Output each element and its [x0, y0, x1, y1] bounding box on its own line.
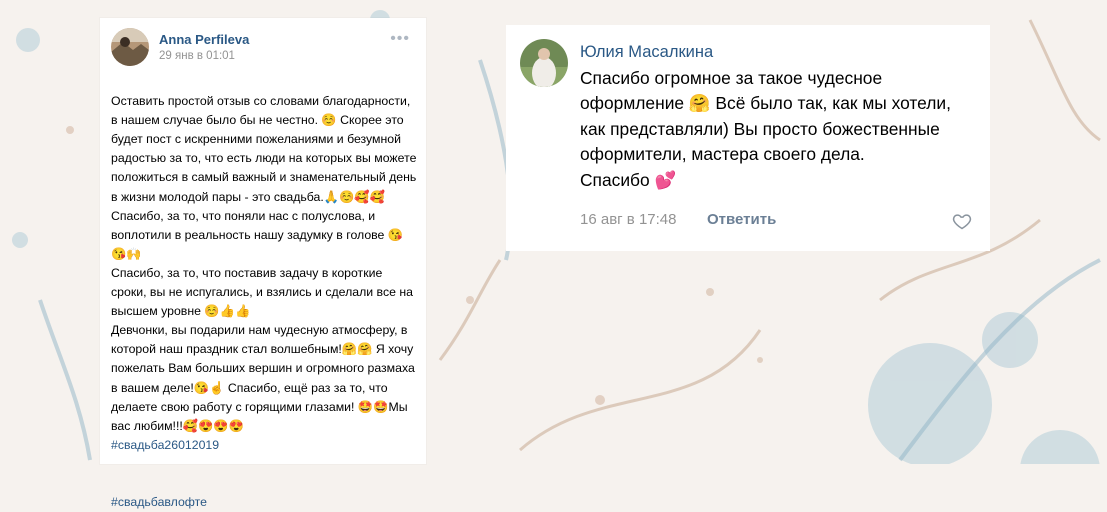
author-name[interactable]: Юлия Масалкина	[580, 43, 713, 62]
post-date[interactable]: 29 янв в 01:01	[159, 50, 235, 62]
post-card: Anna Perfileva 29 янв в 01:01 ••• Остави…	[100, 18, 426, 509]
post-body: Оставить простой отзыв со словами благод…	[111, 73, 417, 512]
hashtag-link[interactable]: #свадьбавлофте	[111, 495, 207, 509]
avatar[interactable]	[111, 28, 149, 66]
heart-icon[interactable]	[952, 211, 972, 231]
more-icon[interactable]: •••	[390, 30, 410, 48]
avatar[interactable]	[520, 39, 568, 87]
comment-card: Юлия Масалкина Спасибо огромное за такое…	[506, 25, 990, 251]
hashtag-link[interactable]: #свадьба26012019	[111, 438, 219, 452]
comment-date[interactable]: 16 авг в 17:48	[580, 211, 676, 228]
post-text: Оставить простой отзыв со словами благод…	[111, 94, 417, 433]
reply-button[interactable]: Ответить	[707, 211, 776, 228]
comment-text: Спасибо огромное за такое чудесное оформ…	[580, 68, 951, 190]
author-name[interactable]: Anna Perfileva	[159, 32, 249, 47]
